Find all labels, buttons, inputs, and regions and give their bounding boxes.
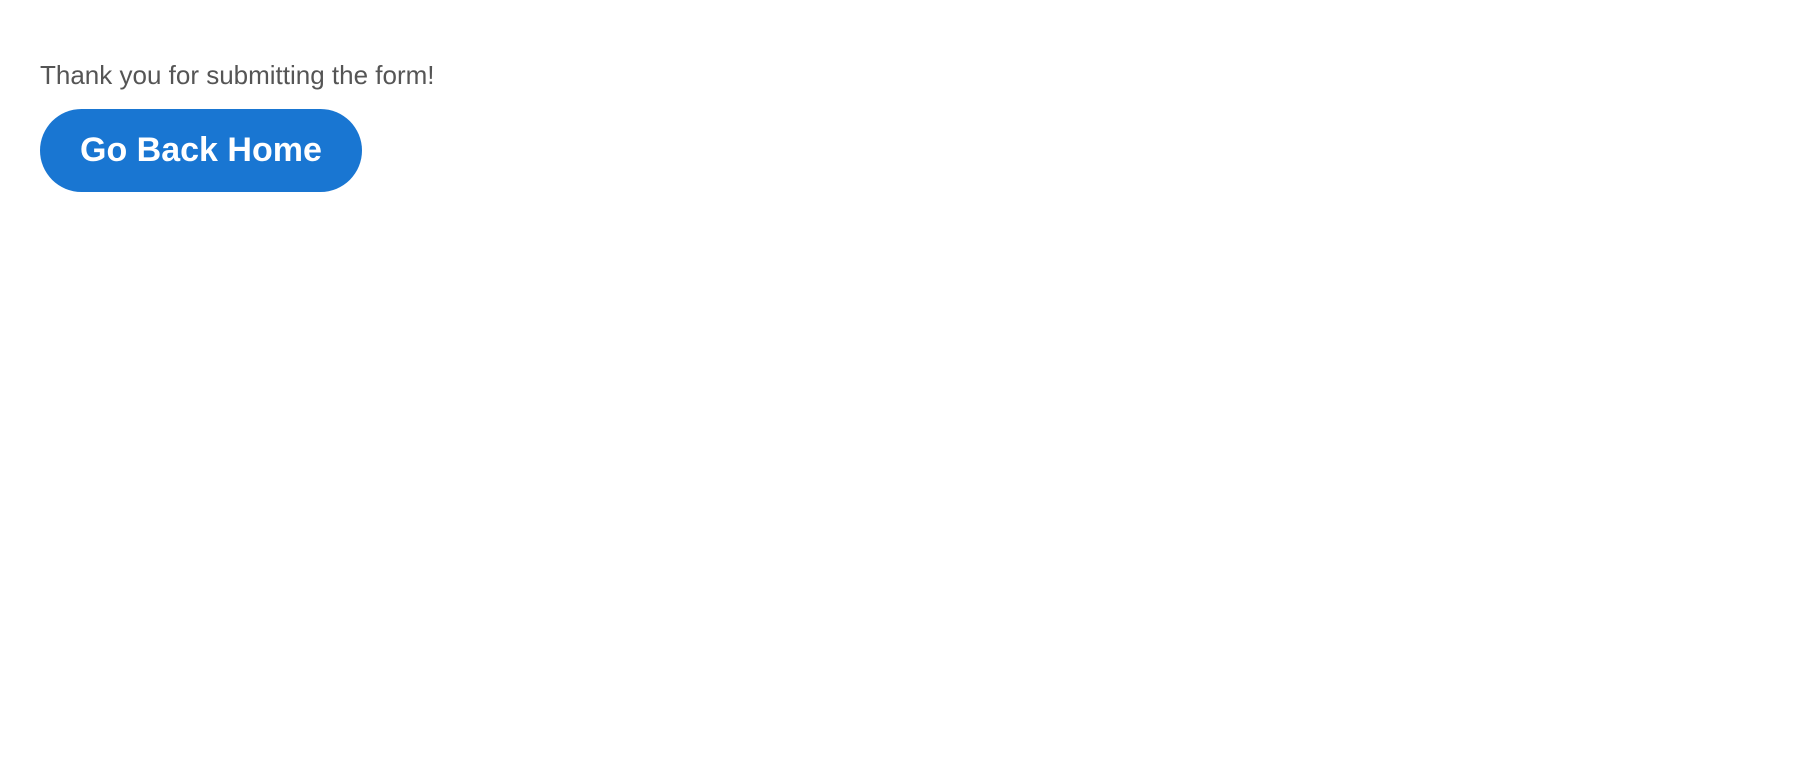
thank-you-message: Thank you for submitting the form!	[40, 60, 1760, 91]
go-back-home-button[interactable]: Go Back Home	[40, 109, 362, 192]
